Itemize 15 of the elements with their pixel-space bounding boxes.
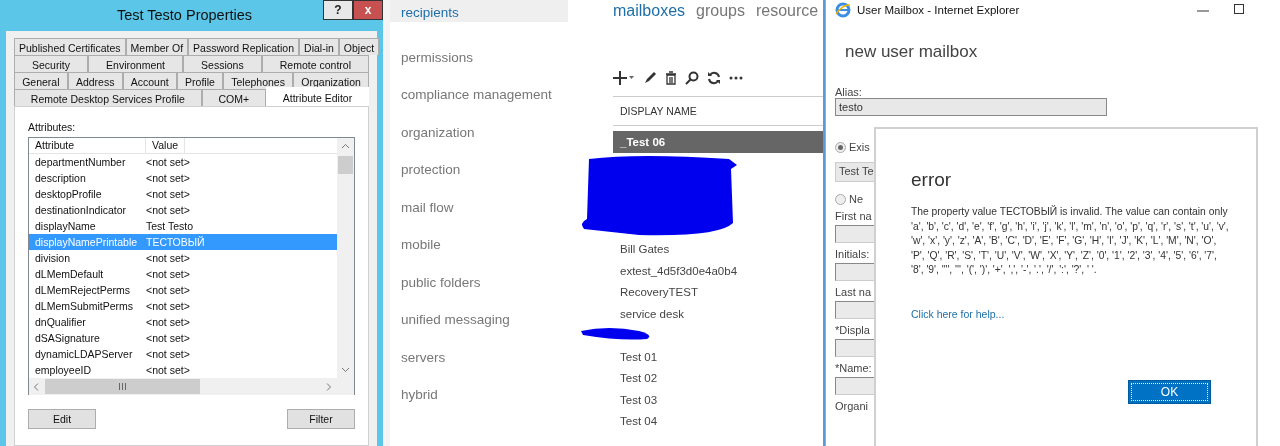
radio-label: Ne (849, 193, 864, 205)
field-label: *Name: (835, 362, 872, 376)
attributes-label: Attributes: (28, 121, 77, 133)
error-title: error (911, 169, 953, 191)
alias-label: Alias: (835, 86, 863, 98)
field-label: Initials: (835, 248, 870, 262)
page-heading: new user mailbox (845, 42, 979, 63)
field-label: Last na (835, 286, 872, 300)
field-label: First na (835, 210, 872, 224)
error-message: The property value ТЕСТОВЫЙ is invalid. The value can contain only 'a', 'b', 'c', 'd', 'e', 'f', 'g', 'h', 'i', 'j', 'k', 'l', 'm', 'n', 'o', 'p', 'q', 'r', 's', 't', 'u', 'v', 'w', 'x', 'y', 'z', 'A', 'B', 'C', 'D', 'E', 'F', 'G', 'H', 'I', 'J', 'K', 'L', 'M', 'N', 'O', 'P', 'Q', 'R', 'S', 'T', 'U', 'V', 'W', 'X', 'Y', 'Z', '0', '1', '2', '3', '4', '5', '6', '7', '8', '9', '"', ''', '(', ')', '+', ',', '-', '.', '/', ':', '?', ' '. (911, 205, 1229, 277)
window-title: User Mailbox - Internet Explorer (857, 4, 1021, 16)
window-title: Test Testo Properties (115, 6, 254, 23)
field-label: *Displa (835, 324, 870, 338)
radio-label: Exis (849, 141, 870, 153)
field-label: Organi (835, 400, 869, 414)
